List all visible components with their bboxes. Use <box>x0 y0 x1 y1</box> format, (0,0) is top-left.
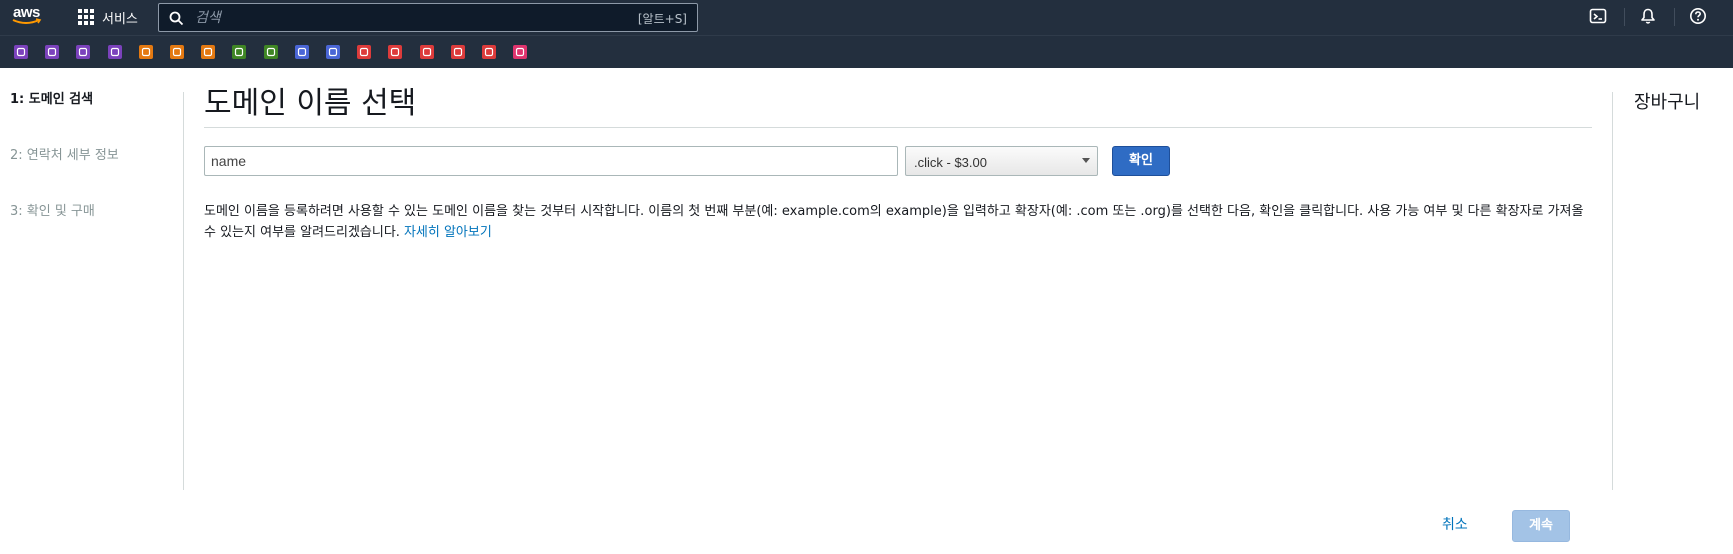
favorite-service-7-icon[interactable] <box>201 45 215 59</box>
search-box[interactable]: [알트+S] <box>158 3 698 32</box>
step-contact-details[interactable]: 2: 연락처 세부 정보 <box>10 144 180 200</box>
domain-name-input[interactable] <box>204 146 898 176</box>
favorite-service-12-icon[interactable] <box>357 45 371 59</box>
favorite-service-8-icon[interactable] <box>232 45 246 59</box>
favorite-service-13-icon[interactable] <box>388 45 402 59</box>
top-navigation: aws 서비스 [알트+S] <box>0 0 1733 35</box>
favorite-service-1-icon[interactable] <box>14 45 28 59</box>
search-input[interactable] <box>195 7 575 28</box>
favorite-service-17-icon[interactable] <box>513 45 527 59</box>
favorite-service-16-icon[interactable] <box>482 45 496 59</box>
tld-select[interactable]: .click - $3.00 <box>905 146 1098 176</box>
favorite-service-14-icon[interactable] <box>420 45 434 59</box>
favorite-service-4-icon[interactable] <box>108 45 122 59</box>
aws-logo[interactable]: aws <box>12 3 46 29</box>
right-divider <box>1612 92 1613 490</box>
favorite-service-5-icon[interactable] <box>139 45 153 59</box>
favorites-bar <box>0 35 1733 68</box>
favorite-service-6-icon[interactable] <box>170 45 184 59</box>
nav-divider <box>1624 8 1625 26</box>
domain-search-description: 도메인 이름을 등록하려면 사용할 수 있는 도메인 이름을 찾는 것부터 시작… <box>204 201 1592 243</box>
main-content: 도메인 이름 선택 .click - $3.00 확인 도메인 이름을 등록하려… <box>204 84 1592 240</box>
cart-title: 장바구니 <box>1634 92 1701 113</box>
continue-button[interactable]: 계속 <box>1512 510 1570 542</box>
step-review-and-purchase[interactable]: 3: 확인 및 구매 <box>10 200 180 256</box>
services-grid-icon <box>78 9 94 25</box>
tld-selected-value: .click - $3.00 <box>914 155 987 170</box>
wizard-steps: 1: 도메인 검색 2: 연락처 세부 정보 3: 확인 및 구매 <box>10 88 180 256</box>
page-title: 도메인 이름 선택 <box>204 84 1592 128</box>
domain-search-form: .click - $3.00 확인 <box>204 146 1204 178</box>
favorite-service-15-icon[interactable] <box>451 45 465 59</box>
search-shortcut-hint: [알트+S] <box>637 12 687 26</box>
check-availability-button[interactable]: 확인 <box>1112 146 1170 176</box>
left-divider <box>183 92 184 490</box>
favorite-service-2-icon[interactable] <box>45 45 59 59</box>
chevron-down-icon <box>1082 158 1090 163</box>
learn-more-link[interactable]: 자세히 알아보기 <box>404 225 492 240</box>
favorite-service-11-icon[interactable] <box>326 45 340 59</box>
search-icon <box>169 11 184 26</box>
nav-divider <box>1674 8 1675 26</box>
step-domain-search[interactable]: 1: 도메인 검색 <box>10 88 180 144</box>
notifications-bell-icon[interactable] <box>1639 7 1659 27</box>
cloudshell-icon[interactable] <box>1589 7 1609 27</box>
help-icon[interactable] <box>1689 7 1709 27</box>
services-label: 서비스 <box>102 11 138 27</box>
favorite-service-9-icon[interactable] <box>264 45 278 59</box>
cancel-button[interactable]: 취소 <box>1442 514 1468 534</box>
favorite-service-3-icon[interactable] <box>76 45 90 59</box>
favorite-service-10-icon[interactable] <box>295 45 309 59</box>
services-menu-button[interactable]: 서비스 <box>78 6 138 28</box>
aws-smile-icon <box>12 18 42 24</box>
